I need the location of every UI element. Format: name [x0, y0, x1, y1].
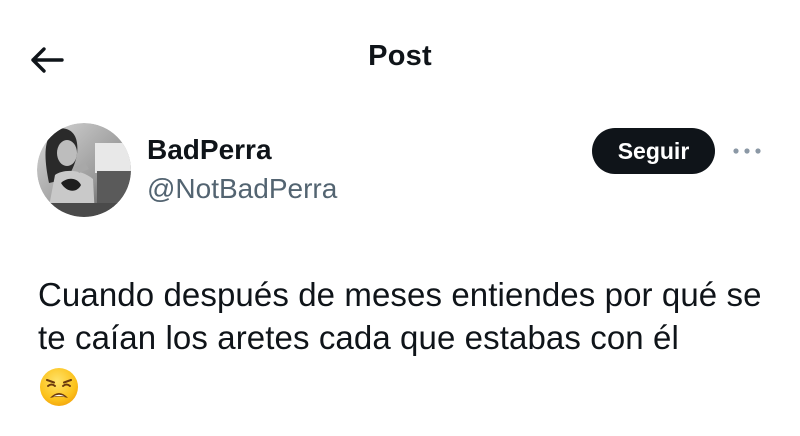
author-handle[interactable]: @NotBadPerra — [147, 172, 337, 206]
follow-button[interactable]: Seguir — [592, 128, 715, 174]
avatar[interactable] — [37, 123, 131, 217]
page-title: Post — [368, 40, 432, 72]
weary-face-emoji — [39, 367, 79, 407]
more-horizontal-icon — [733, 148, 761, 154]
weary-face-icon — [40, 368, 78, 406]
post-text: Cuando después de meses entiendes por qu… — [38, 276, 762, 356]
profile-photo — [37, 123, 131, 217]
author-display-name[interactable]: BadPerra — [147, 133, 272, 167]
more-button[interactable] — [729, 136, 765, 166]
post-header: Post — [0, 0, 800, 118]
